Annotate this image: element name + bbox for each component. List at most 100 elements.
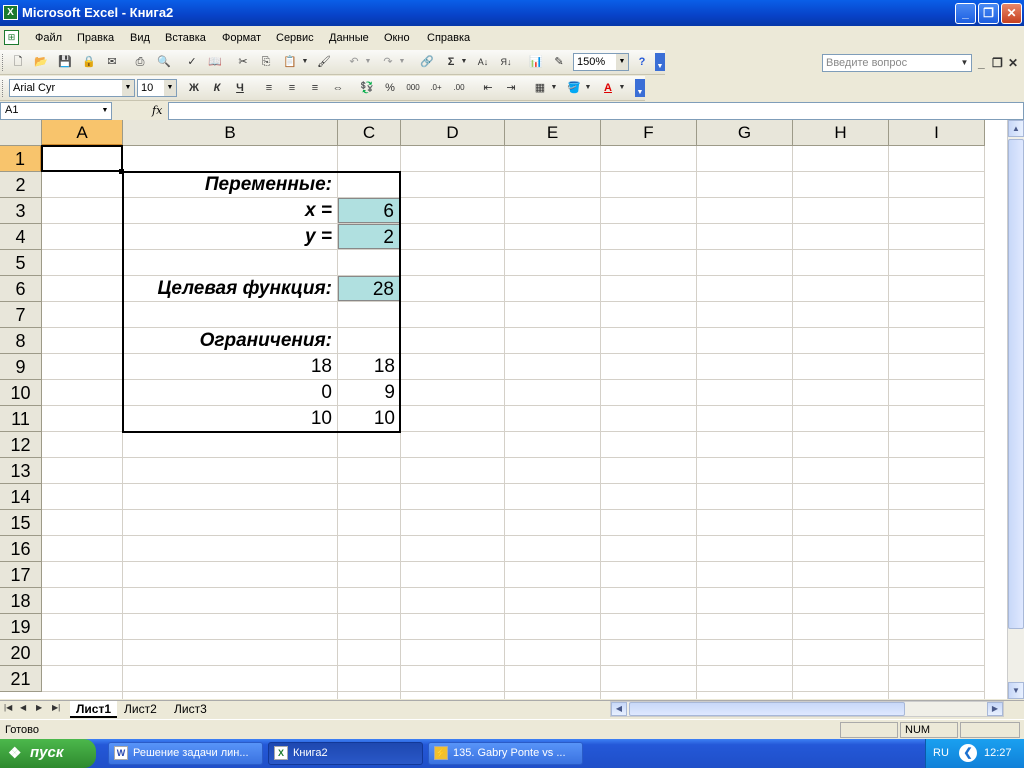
row-header-10[interactable]: 10 xyxy=(0,380,42,406)
sheet-tab-1[interactable]: Лист1 xyxy=(70,701,118,718)
align-left-icon[interactable]: ≡ xyxy=(260,79,278,97)
horizontal-scrollbar[interactable]: ◀ ▶ xyxy=(610,701,1004,717)
task-media-player[interactable]: ⚡ 135. Gabry Ponte vs ... xyxy=(428,742,583,765)
vertical-scroll-thumb[interactable] xyxy=(1008,139,1024,629)
menu-format[interactable]: Формат xyxy=(222,32,261,44)
sheet-tab-2[interactable]: Лист2 xyxy=(118,701,163,718)
underline-icon[interactable]: Ч xyxy=(231,79,249,97)
hyperlink-icon[interactable]: 🔗 xyxy=(418,53,436,71)
doc-restore-icon[interactable]: ❐ xyxy=(992,56,1003,70)
format-painter-icon[interactable]: 🖌 xyxy=(315,53,333,71)
ask-question-box[interactable]: Введите вопрос ▼ xyxy=(822,54,972,72)
column-header-d[interactable]: D xyxy=(401,120,505,146)
column-header-f[interactable]: F xyxy=(601,120,697,146)
doc-minimize-icon[interactable]: _ xyxy=(978,56,985,70)
menu-view[interactable]: Вид xyxy=(130,32,150,44)
merge-center-icon[interactable]: ⇔ xyxy=(329,79,347,97)
chevron-down-icon[interactable]: ▼ xyxy=(122,80,134,96)
horizontal-scroll-thumb[interactable] xyxy=(629,702,905,716)
column-header-h[interactable]: H xyxy=(793,120,889,146)
scroll-up-icon[interactable]: ▲ xyxy=(1008,120,1024,137)
row-header-18[interactable]: 18 xyxy=(0,588,42,614)
print-preview-icon[interactable]: 🔍 xyxy=(155,53,173,71)
toolbar-options-icon[interactable]: ▼ xyxy=(635,79,645,97)
paste-icon[interactable]: 📋 xyxy=(281,53,299,71)
copy-icon[interactable]: ⎘ xyxy=(257,53,275,71)
zoom-select[interactable]: 150% ▼ xyxy=(573,53,629,71)
close-button[interactable]: ✕ xyxy=(1001,3,1022,24)
row-header-7[interactable]: 7 xyxy=(0,302,42,328)
borders-dropdown-icon[interactable]: ▼ xyxy=(549,79,559,97)
row-header-19[interactable]: 19 xyxy=(0,614,42,640)
redo-dropdown-icon[interactable]: ▼ xyxy=(397,53,407,71)
menu-help[interactable]: Справка xyxy=(427,32,470,44)
paste-dropdown-icon[interactable]: ▼ xyxy=(300,53,310,71)
email-icon[interactable]: ✉ xyxy=(103,53,121,71)
menu-insert[interactable]: Вставка xyxy=(165,32,206,44)
row-header-6[interactable]: 6 xyxy=(0,276,42,302)
chevron-down-icon[interactable]: ▼ xyxy=(99,103,111,119)
sheet-tab-3[interactable]: Лист3 xyxy=(168,701,213,718)
sort-descending-icon[interactable]: Я↓ xyxy=(497,53,515,71)
next-sheet-icon[interactable]: ▶ xyxy=(36,703,42,712)
toolbar-grip[interactable] xyxy=(2,54,5,71)
italic-icon[interactable]: К xyxy=(208,79,226,97)
workbook-icon[interactable]: ⊞ xyxy=(4,30,19,45)
cut-icon[interactable]: ✂ xyxy=(234,53,252,71)
drawing-icon[interactable]: ✎ xyxy=(550,53,568,71)
first-sheet-icon[interactable]: |◀ xyxy=(4,703,12,712)
active-cell-a1[interactable] xyxy=(41,145,123,172)
start-button[interactable]: ❖ пуск xyxy=(0,739,96,768)
decrease-decimal-icon[interactable]: .00 xyxy=(450,79,468,97)
row-header-12[interactable]: 12 xyxy=(0,432,42,458)
save-icon[interactable]: 💾 xyxy=(56,53,74,71)
scroll-right-icon[interactable]: ▶ xyxy=(987,702,1003,716)
row-header-4[interactable]: 4 xyxy=(0,224,42,250)
chevron-down-icon[interactable]: ▼ xyxy=(616,54,628,70)
column-header-g[interactable]: G xyxy=(697,120,793,146)
research-icon[interactable]: 📖 xyxy=(206,53,224,71)
menu-edit[interactable]: Правка xyxy=(77,32,114,44)
scroll-down-icon[interactable]: ▼ xyxy=(1008,682,1024,699)
autosum-dropdown-icon[interactable]: ▼ xyxy=(459,53,469,71)
column-header-a[interactable]: A xyxy=(42,120,123,146)
redo-icon[interactable]: ↷ xyxy=(379,53,397,71)
row-header-8[interactable]: 8 xyxy=(0,328,42,354)
chart-wizard-icon[interactable]: 📊 xyxy=(527,53,545,71)
row-header-14[interactable]: 14 xyxy=(0,484,42,510)
font-color-icon[interactable]: A xyxy=(599,79,617,97)
menu-window[interactable]: Окно xyxy=(384,32,410,44)
help-icon[interactable]: ? xyxy=(633,53,651,71)
autosum-icon[interactable]: Σ xyxy=(442,53,460,71)
chevron-down-icon[interactable]: ▼ xyxy=(164,80,176,96)
column-header-e[interactable]: E xyxy=(505,120,601,146)
row-header-17[interactable]: 17 xyxy=(0,562,42,588)
font-name-select[interactable]: Arial Cyr ▼ xyxy=(9,79,135,97)
open-icon[interactable]: 📂 xyxy=(32,53,50,71)
currency-icon[interactable]: 💱 xyxy=(358,79,376,97)
excel-app-icon[interactable]: X xyxy=(3,5,18,20)
formula-input[interactable] xyxy=(168,102,1024,120)
decrease-indent-icon[interactable]: ⇤ xyxy=(479,79,497,97)
font-color-dropdown-icon[interactable]: ▼ xyxy=(617,79,627,97)
align-right-icon[interactable]: ≡ xyxy=(306,79,324,97)
toolbar-grip[interactable] xyxy=(2,80,5,97)
row-header-21[interactable]: 21 xyxy=(0,666,42,692)
doc-close-icon[interactable]: ✕ xyxy=(1008,56,1018,70)
column-header-c[interactable]: C xyxy=(338,120,401,146)
row-header-2[interactable]: 2 xyxy=(0,172,42,198)
menu-data[interactable]: Данные xyxy=(329,32,369,44)
sort-ascending-icon[interactable]: A↓ xyxy=(474,53,492,71)
toolbar-options-icon[interactable]: ▼ xyxy=(655,53,665,71)
row-header-11[interactable]: 11 xyxy=(0,406,42,432)
menu-file[interactable]: Файл xyxy=(35,32,62,44)
increase-indent-icon[interactable]: ⇥ xyxy=(502,79,520,97)
last-sheet-icon[interactable]: ▶| xyxy=(52,703,60,712)
row-header-1[interactable]: 1 xyxy=(0,146,42,172)
row-header-15[interactable]: 15 xyxy=(0,510,42,536)
row-header-13[interactable]: 13 xyxy=(0,458,42,484)
fill-handle[interactable] xyxy=(119,169,124,174)
tray-expand-icon[interactable]: ❮ xyxy=(959,744,977,762)
cell-grid[interactable]: 6 2 28 Переменные: x = y = Целевая функц… xyxy=(41,145,985,699)
row-header-9[interactable]: 9 xyxy=(0,354,42,380)
